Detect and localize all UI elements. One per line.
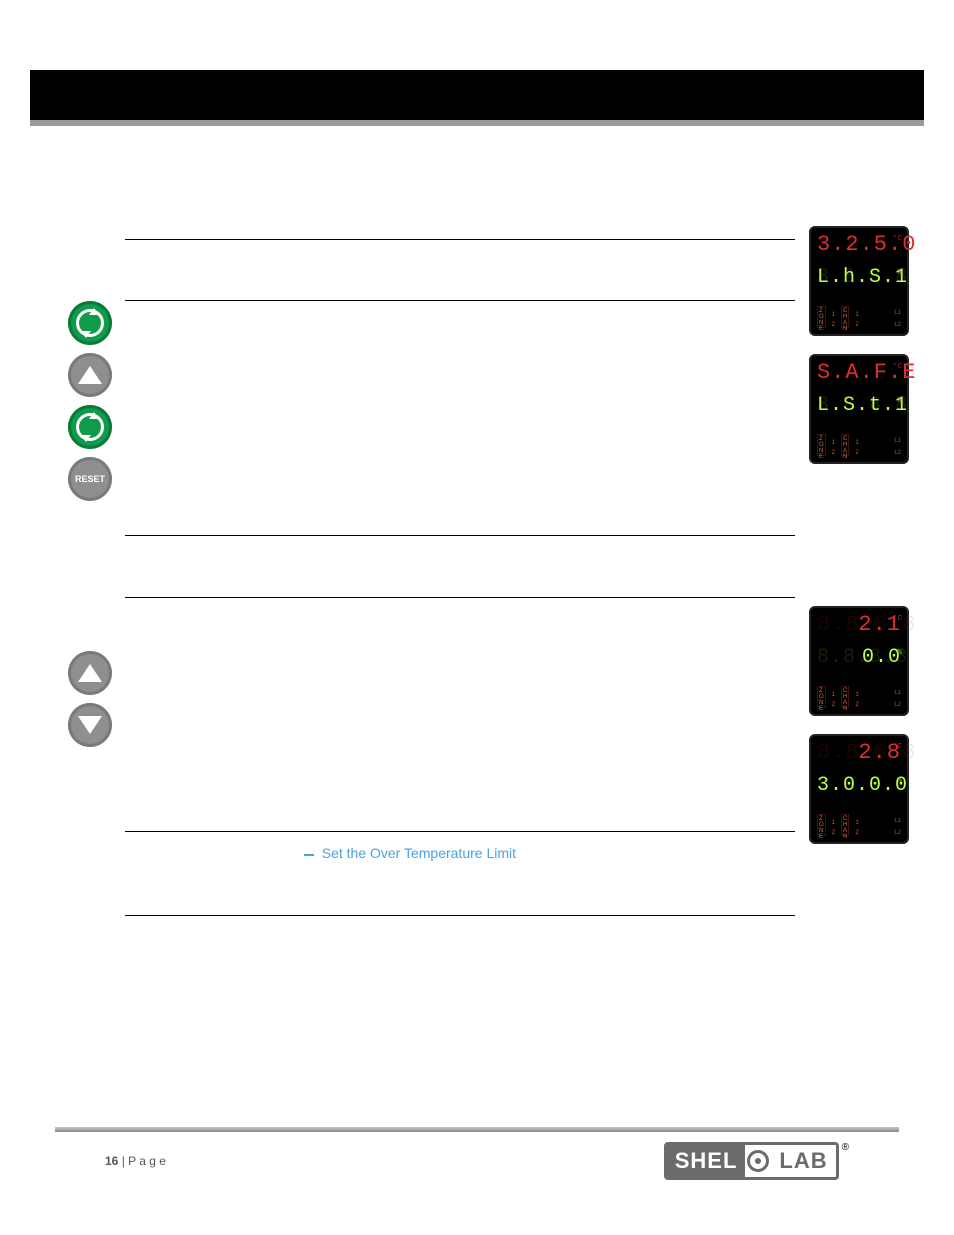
divider [125,300,795,301]
temp-controller-display-4: 8.8.8.82.8°C 8.8.8.83.0.0.0% ZONE 12 CHA… [809,734,909,844]
registered-mark: ® [842,1142,849,1153]
divider [125,831,795,832]
reset-button-icon: RESET [68,457,112,501]
advance-cycle-icon [68,405,112,449]
arrow-up-icon [68,651,112,695]
chan-1d: 1 [855,820,858,826]
page-number: 16 | P a g e [105,1154,166,1168]
chan-2d: 2 [855,830,858,836]
zone-1c: 1 [832,692,835,698]
label-l2c: L2 [894,702,901,708]
brand-logo: SHEL LAB ® [664,1142,849,1180]
zone-1: 1 [832,312,835,318]
step-2-text: 2. Push the Advance button until "Lh.S1"… [125,311,789,333]
xref-link[interactable]: Set the Over Temperature Limit [322,845,516,861]
label-l2d: L2 [894,830,901,836]
temp-controller-display-3: 8.8.8.82.1°C 8.8.8.80.0% ZONE 12 CHAN 12… [809,606,909,716]
chan-1: 1 [855,312,858,318]
temp-controller-display-2: 8.8.8.8S.A.F.E°C 8.8.8.8L.S.t.1% ZONE 12… [809,354,909,464]
divider [125,239,795,240]
label-l1d: L1 [894,818,901,824]
logo-shel: SHEL [667,1145,746,1177]
arrow-down-icon [68,703,112,747]
chan-1b: 1 [855,440,858,446]
divider [125,535,795,536]
zone-2d: 2 [832,830,835,836]
step-6-text: 6. On the EZ-Zone controller, change the… [125,546,789,568]
zone-2c: 2 [832,702,835,708]
advance-cycle-icon [68,301,112,345]
step-3-text: 3. Press the Up arrow until the display … [125,362,789,407]
divider [125,915,795,916]
page-num-value: 16 [105,1154,118,1168]
step-10-text: 10. The rate of flashing or the length o… [125,759,789,804]
page-divider: | [118,1154,128,1168]
step-11-text: 11. Perform the steps in the Set the Ove… [125,842,789,887]
footer-divider [55,1127,899,1132]
chan-1c: 1 [855,692,858,698]
step-1-text: 1. Set the Over Temperature Limit contro… [125,250,789,272]
temp-controller-display-1: 8.8.8.83.2.5.0°C 8.8.8.8L.h.S.1% ZONE 12… [809,226,909,336]
page-word: P a g e [128,1154,166,1168]
step-4-text: 4. Push the Advance button once to save … [125,434,789,456]
zone-2: 2 [832,322,835,328]
step-11-pre: 11. Perform the steps in the [125,845,300,861]
label-l1: L1 [894,310,901,316]
step-7-text: 7. Push the Up or Down arrow key once. T… [125,608,789,630]
label-l1c: L1 [894,690,901,696]
chan-2c: 2 [855,702,858,708]
intro-text: The following example uses a set point o… [125,169,727,207]
logo-lab: LAB [771,1145,835,1177]
logo-dot-icon [745,1145,771,1177]
label-l2: L2 [894,322,901,328]
chan-2: 2 [855,322,858,328]
zone-1b: 1 [832,440,835,446]
step-5-text: 5. Push the Reset button twice. The L.St… [125,485,789,507]
page-header-bar [30,70,924,120]
step-9-text: 9. The Heating Indicator Light should no… [125,708,789,730]
step-8-text: 8. Use the arrow keys to change the gree… [125,658,789,680]
chan-2b: 2 [855,450,858,456]
zone-1d: 1 [832,820,835,826]
link-dash-icon [304,854,314,856]
label-l1b: L1 [894,438,901,444]
label-l2b: L2 [894,450,901,456]
arrow-up-icon [68,353,112,397]
divider [125,597,795,598]
zone-2b: 2 [832,450,835,456]
reset-label: RESET [75,474,105,484]
